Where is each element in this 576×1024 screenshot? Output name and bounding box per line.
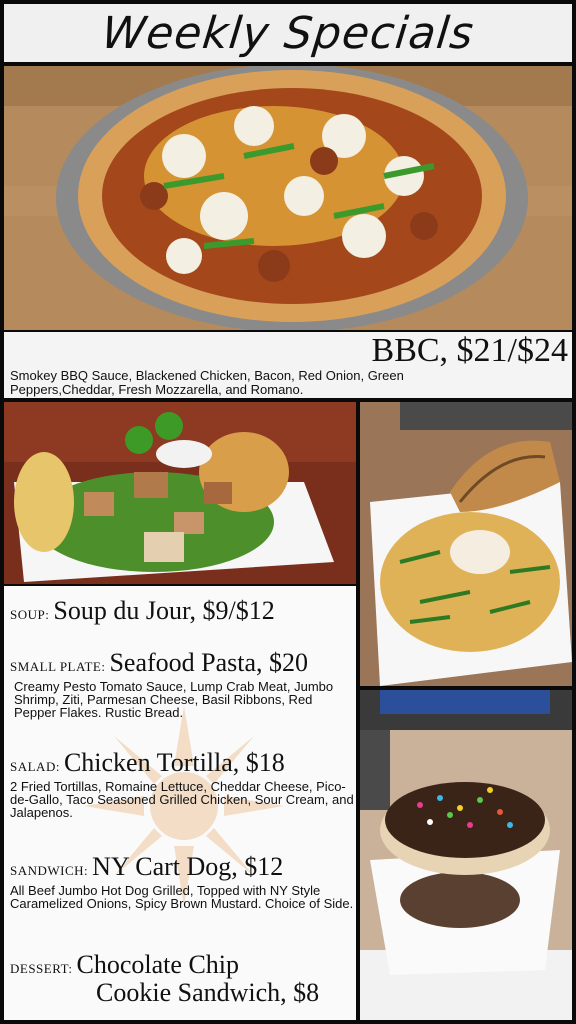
menu-item-name: NY Cart Dog, $12 <box>92 852 284 881</box>
feature-special: BBC, $21/$24 Smokey BBQ Sauce, Blackened… <box>4 332 572 398</box>
menu-item-description: Creamy Pesto Tomato Sauce, Lump Crab Mea… <box>14 679 334 720</box>
pasta-photo <box>360 402 572 686</box>
menu-panel: SOUP: Soup du Jour, $9/$12 SMALL PLATE: … <box>4 586 356 1020</box>
menu-item-salad: SALAD: Chicken Tortilla, $18 2 Fried Tor… <box>10 748 356 819</box>
pizza-photo <box>4 66 572 330</box>
menu-category: DESSERT: <box>10 961 73 976</box>
dessert-photo <box>360 690 572 1020</box>
menu-category: SALAD: <box>10 759 60 774</box>
salad-photo <box>4 402 356 584</box>
menu-item-description: All Beef Jumbo Hot Dog Grilled, Topped w… <box>10 883 354 911</box>
menu-category: SANDWICH: <box>10 863 89 878</box>
menu-item-name: Chocolate Chip <box>76 950 240 979</box>
menu-item-sandwich: SANDWICH: NY Cart Dog, $12 All Beef Jumb… <box>10 852 356 910</box>
menu-item-description: 2 Fried Tortillas, Romaine Lettuce, Ched… <box>10 779 354 820</box>
menu-item-small-plate: SMALL PLATE: Seafood Pasta, $20 Creamy P… <box>10 648 348 719</box>
menu-category: SMALL PLATE: <box>10 659 106 674</box>
header-banner: Weekly Specials <box>4 4 572 62</box>
feature-description: Smokey BBQ Sauce, Blackened Chicken, Bac… <box>10 368 404 397</box>
menu-item-name: Chicken Tortilla, $18 <box>63 748 285 777</box>
menu-item-dessert: DESSERT: Chocolate Chip <box>10 950 239 980</box>
menu-item-soup: SOUP: Soup du Jour, $9/$12 <box>10 596 275 626</box>
page-title: Weekly Specials <box>99 7 477 59</box>
menu-category: SOUP: <box>10 607 50 622</box>
menu-item-name: Soup du Jour, $9/$12 <box>53 596 275 625</box>
feature-title: BBC, $21/$24 <box>371 332 568 369</box>
menu-item-name: Seafood Pasta, $20 <box>109 648 309 677</box>
menu-item-name-line2: Cookie Sandwich, $8 <box>96 978 320 1007</box>
